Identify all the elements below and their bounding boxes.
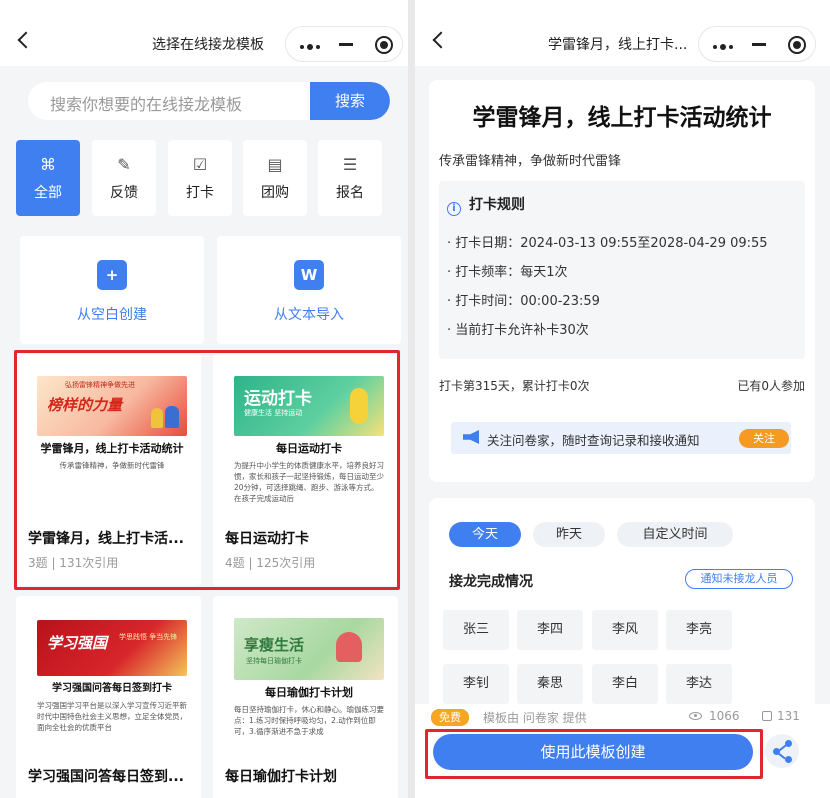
template-banner: 享瘦生活 坚持每日瑜伽打卡 xyxy=(234,618,384,680)
calendar-check-icon: ☑ xyxy=(192,155,208,174)
highlight-box xyxy=(14,350,400,590)
template-name: 学习强国问答每日签到... xyxy=(28,769,184,785)
share-icon[interactable] xyxy=(765,734,799,768)
rules-heading-text: 打卡规则 xyxy=(469,197,525,213)
thumbnail-subtitle: 学习强国学习平台是以深入学习宣传习近平新时代中国特色社会主义思想，立足全体党员，… xyxy=(37,701,187,732)
person-chip: 李白 xyxy=(592,664,658,704)
search-button[interactable]: 搜索 xyxy=(310,82,390,120)
person-chip: 秦思 xyxy=(517,664,583,704)
person-chip: 李四 xyxy=(517,610,583,650)
activity-card: 学雷锋月，线上打卡活动统计 传承雷锋精神，争做新时代雷锋 i 打卡规则 · 打卡日… xyxy=(429,80,815,482)
page-title: 学雷锋月，线上打卡... xyxy=(548,37,688,53)
banner-text: 学习强国 xyxy=(47,634,108,652)
activity-title: 学雷锋月，线上打卡活动统计 xyxy=(472,105,772,131)
category-label: 反馈 xyxy=(110,185,138,201)
word-icon: W xyxy=(294,260,324,290)
participant-count: 已有0人参加 xyxy=(737,379,805,393)
shop-icon: ▤ xyxy=(267,155,283,174)
category-checkin[interactable]: ☑ 打卡 xyxy=(168,140,232,216)
template-source: 模板由 问卷家 提供 xyxy=(483,711,587,725)
person-chip: 李亮 xyxy=(666,610,732,650)
copy-icon xyxy=(762,711,772,721)
grid-icon: ⌘ xyxy=(40,155,56,174)
tab-yesterday[interactable]: 昨天 xyxy=(533,522,605,547)
tab-custom-time[interactable]: 自定义时间 xyxy=(617,522,733,547)
copy-count: 131 xyxy=(777,709,800,723)
bottom-bar: 免费 模板由 问卷家 提供 1066 131 使用此模板创建 xyxy=(415,704,830,798)
page-title: 选择在线接龙模板 xyxy=(152,37,264,53)
person-chip: 李风 xyxy=(592,610,658,650)
minimize-icon[interactable] xyxy=(339,43,353,46)
category-label: 报名 xyxy=(336,185,364,201)
checkin-stats: 打卡第315天，累计打卡0次 xyxy=(439,379,590,393)
rule-item: · 打卡时间：00:00-23:59 xyxy=(447,294,600,309)
info-icon: i xyxy=(447,202,461,216)
template-banner: 学习强国 学思践悟 争当先锋 xyxy=(37,620,187,676)
rule-item: · 打卡日期：2024-03-13 09:55至2028-04-29 09:55 xyxy=(447,236,768,251)
notify-button[interactable]: 通知未接龙人员 xyxy=(685,569,793,589)
create-blank-button[interactable]: + 从空白创建 xyxy=(20,236,204,344)
template-thumbnail: 学习强国 学思践悟 争当先锋 学习强国问答每日签到打卡 学习强国学习平台是以深入… xyxy=(37,620,187,765)
nav-bar: 学雷锋月，线上打卡... xyxy=(415,0,830,66)
free-badge: 免费 xyxy=(431,709,469,726)
close-target-icon[interactable] xyxy=(375,36,393,54)
category-label: 打卡 xyxy=(186,185,214,201)
import-text-button[interactable]: W 从文本导入 xyxy=(217,236,401,344)
thumbnail-title: 学习强国问答每日签到打卡 xyxy=(52,683,172,694)
banner-right-text: 学思践悟 争当先锋 xyxy=(119,633,178,641)
megaphone-icon xyxy=(463,430,479,444)
category-label: 全部 xyxy=(34,185,62,201)
category-feedback[interactable]: ✎ 反馈 xyxy=(92,140,156,216)
thumbnail-title: 每日瑜伽打卡计划 xyxy=(265,686,353,699)
back-icon[interactable] xyxy=(17,31,35,49)
category-all[interactable]: ⌘ 全部 xyxy=(16,140,80,216)
follow-text: 关注问卷家，随时查询记录和接收通知 xyxy=(487,433,700,448)
rules-box: i 打卡规则 · 打卡日期：2024-03-13 09:55至2028-04-29… xyxy=(439,181,805,359)
list-icon: ☰ xyxy=(342,155,358,174)
person-chip: 李达 xyxy=(666,664,732,704)
back-icon[interactable] xyxy=(432,31,450,49)
mini-program-capsule xyxy=(285,26,403,62)
category-group-buy[interactable]: ▤ 团购 xyxy=(243,140,307,216)
highlight-box xyxy=(425,729,763,779)
person-chip: 李钊 xyxy=(443,664,509,704)
import-text-label: 从文本导入 xyxy=(274,307,344,323)
view-count: 1066 xyxy=(709,709,740,723)
more-icon[interactable] xyxy=(300,43,323,50)
template-thumbnail: 享瘦生活 坚持每日瑜伽打卡 每日瑜伽打卡计划 每日坚持瑜伽打卡，休心和静心。瑜伽… xyxy=(234,618,384,763)
new-file-icon: + xyxy=(97,260,127,290)
eye-icon xyxy=(689,712,702,720)
template-card[interactable]: 享瘦生活 坚持每日瑜伽打卡 每日瑜伽打卡计划 每日坚持瑜伽打卡，休心和静心。瑜伽… xyxy=(213,596,398,798)
template-card[interactable]: 学习强国 学思践悟 争当先锋 学习强国问答每日签到打卡 学习强国学习平台是以深入… xyxy=(16,596,201,798)
person-chip: 张三 xyxy=(443,610,509,650)
more-icon[interactable] xyxy=(713,43,736,50)
category-label: 团购 xyxy=(261,185,289,201)
banner-sub-text: 坚持每日瑜伽打卡 xyxy=(246,657,302,665)
completion-heading: 接龙完成情况 xyxy=(449,574,533,590)
template-name: 每日瑜伽打卡计划 xyxy=(225,769,337,785)
search-bar: 搜索你想要的在线接龙模板 搜索 xyxy=(28,82,390,120)
nav-bar: 选择在线接龙模板 xyxy=(0,0,408,66)
close-target-icon[interactable] xyxy=(788,36,806,54)
create-blank-label: 从空白创建 xyxy=(77,307,147,323)
category-signup[interactable]: ☰ 报名 xyxy=(318,140,382,216)
template-picker-panel: 选择在线接龙模板 搜索你想要的在线接龙模板 搜索 ⌘ 全部 ✎ 反馈 ☑ 打卡 ▤ 团购… xyxy=(0,0,408,798)
rules-heading: i 打卡规则 xyxy=(447,194,525,216)
thumbnail-subtitle: 每日坚持瑜伽打卡，休心和静心。瑜伽练习要点：1.练习时保持呼吸均匀，2.动作到位… xyxy=(234,705,384,736)
rule-item: · 打卡频率：每天1次 xyxy=(447,265,568,280)
tab-today[interactable]: 今天 xyxy=(449,522,521,547)
template-preview-panel: 学雷锋月，线上打卡... 学雷锋月，线上打卡活动统计 传承雷锋精神，争做新时代雷… xyxy=(415,0,830,798)
minimize-icon[interactable] xyxy=(752,43,766,46)
follow-button[interactable]: 关注 xyxy=(739,429,789,448)
rule-item: · 当前打卡允许补卡30次 xyxy=(447,323,589,338)
activity-subtitle: 传承雷锋精神，争做新时代雷锋 xyxy=(439,154,622,169)
follow-banner: 关注问卷家，随时查询记录和接收通知 关注 xyxy=(451,422,791,454)
search-input[interactable]: 搜索你想要的在线接龙模板 xyxy=(50,91,242,115)
banner-text: 享瘦生活 xyxy=(244,636,305,654)
edit-icon: ✎ xyxy=(117,155,131,174)
mini-program-capsule xyxy=(698,26,816,62)
